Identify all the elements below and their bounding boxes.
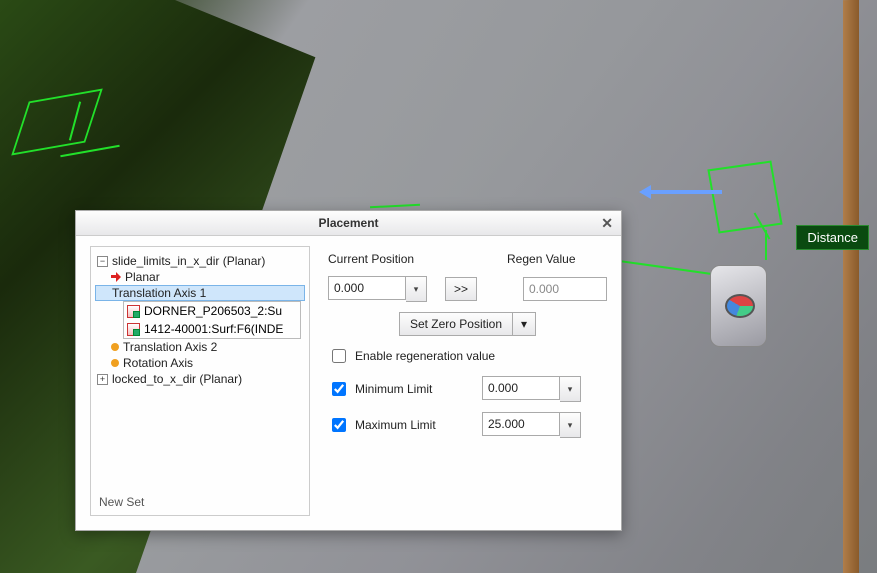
tree-set-label: locked_to_x_dir (Planar) (112, 372, 242, 386)
dialog-title: Placement (318, 216, 378, 230)
current-position-field[interactable]: ▾ (328, 276, 427, 302)
max-limit-value-input[interactable] (482, 412, 560, 436)
tree-constraint-row-selected[interactable]: Translation Axis 1 (95, 285, 305, 301)
dropdown-icon[interactable]: ▾ (406, 276, 427, 302)
reference-icon (127, 305, 140, 318)
csys-marker-2 (707, 161, 782, 234)
model-plate-edge (843, 0, 859, 573)
dropdown-icon[interactable]: ▾ (560, 376, 581, 402)
dialog-titlebar[interactable]: Placement ✕ (76, 211, 621, 236)
tree-reference-label: DORNER_P206503_2:Su (144, 304, 282, 318)
current-position-input[interactable] (328, 276, 406, 300)
min-limit-value-input[interactable] (482, 376, 560, 400)
constraint-dof-icon (111, 343, 119, 351)
tree-set-row[interactable]: + locked_to_x_dir (Planar) (95, 371, 305, 387)
placement-dialog: Placement ✕ − slide_limits_in_x_dir (Pla… (75, 210, 622, 531)
constraint-tree[interactable]: − slide_limits_in_x_dir (Planar) Planar … (95, 253, 305, 489)
enable-regen-checkbox[interactable]: Enable regeneration value (328, 346, 495, 366)
min-limit-row: Minimum Limit ▾ (328, 376, 607, 402)
csys-marker-1 (11, 88, 103, 155)
new-set-button[interactable]: New Set (95, 489, 305, 511)
tree-item-label: Rotation Axis (123, 356, 193, 370)
tree-constraint-row[interactable]: Rotation Axis (95, 355, 305, 371)
measurement-tag[interactable]: Distance (796, 225, 869, 250)
enable-regen-label: Enable regeneration value (355, 349, 495, 363)
set-zero-button[interactable]: Set Zero Position (399, 312, 513, 336)
model-component-dragger[interactable] (710, 265, 767, 347)
max-limit-input[interactable] (332, 418, 346, 432)
tree-item-label: Planar (125, 270, 160, 284)
regen-value-input[interactable] (523, 277, 607, 301)
dropdown-icon[interactable]: ▾ (560, 412, 581, 438)
reference-icon (127, 323, 140, 336)
max-limit-row: Maximum Limit ▾ (328, 412, 607, 438)
tree-constraint-row[interactable]: Translation Axis 2 (95, 339, 305, 355)
tree-reference-row[interactable]: DORNER_P206503_2:Su (124, 302, 300, 320)
step-button[interactable]: >> (445, 277, 477, 301)
drag-arrow-icon[interactable] (642, 190, 722, 194)
enable-regen-input[interactable] (332, 349, 346, 363)
axis-properties-panel: Current Position Regen Value ▾ >> (328, 246, 607, 516)
cad-3d-viewport[interactable]: Distance Placement ✕ − slide_limits_in_x… (0, 0, 877, 573)
current-position-label: Current Position (328, 252, 478, 266)
tree-item-label: Translation Axis 1 (112, 286, 206, 300)
min-limit-input[interactable] (332, 382, 346, 396)
constraint-tree-panel: − slide_limits_in_x_dir (Planar) Planar … (90, 246, 310, 516)
min-limit-checkbox[interactable]: Minimum Limit (328, 379, 468, 399)
set-zero-row: Set Zero Position ▾ (328, 312, 607, 336)
max-limit-checkbox[interactable]: Maximum Limit (328, 415, 468, 435)
csys-marker-1-axis (60, 145, 119, 157)
tree-reference-label: 1412-40001:Surf:F6(INDE (144, 322, 283, 336)
enable-regen-row: Enable regeneration value (328, 346, 607, 366)
min-limit-label: Minimum Limit (355, 382, 432, 396)
position-values-row: ▾ >> (328, 276, 607, 302)
tree-reference-row[interactable]: 1412-40001:Surf:F6(INDE (124, 320, 300, 338)
max-limit-field[interactable]: ▾ (482, 412, 581, 438)
collapse-icon[interactable]: − (97, 256, 108, 267)
close-icon[interactable]: ✕ (601, 215, 613, 232)
set-zero-menu-button[interactable]: ▾ (513, 312, 536, 336)
constraint-dof-icon (111, 359, 119, 367)
tree-set-row[interactable]: − slide_limits_in_x_dir (Planar) (95, 253, 305, 269)
constraint-planar-icon (111, 272, 121, 282)
tree-constraint-row[interactable]: Planar (95, 269, 305, 285)
expand-icon[interactable]: + (97, 374, 108, 385)
tree-item-label: Translation Axis 2 (123, 340, 217, 354)
position-labels-row: Current Position Regen Value (328, 252, 607, 266)
tree-reference-group: DORNER_P206503_2:Su 1412-40001:Surf:F6(I… (123, 301, 301, 339)
set-zero-button-group: Set Zero Position ▾ (399, 312, 536, 336)
tree-set-label: slide_limits_in_x_dir (Planar) (112, 254, 265, 268)
min-limit-field[interactable]: ▾ (482, 376, 581, 402)
max-limit-label: Maximum Limit (355, 418, 436, 432)
dialog-body: − slide_limits_in_x_dir (Planar) Planar … (76, 236, 621, 530)
regen-value-label: Regen Value (507, 252, 607, 266)
